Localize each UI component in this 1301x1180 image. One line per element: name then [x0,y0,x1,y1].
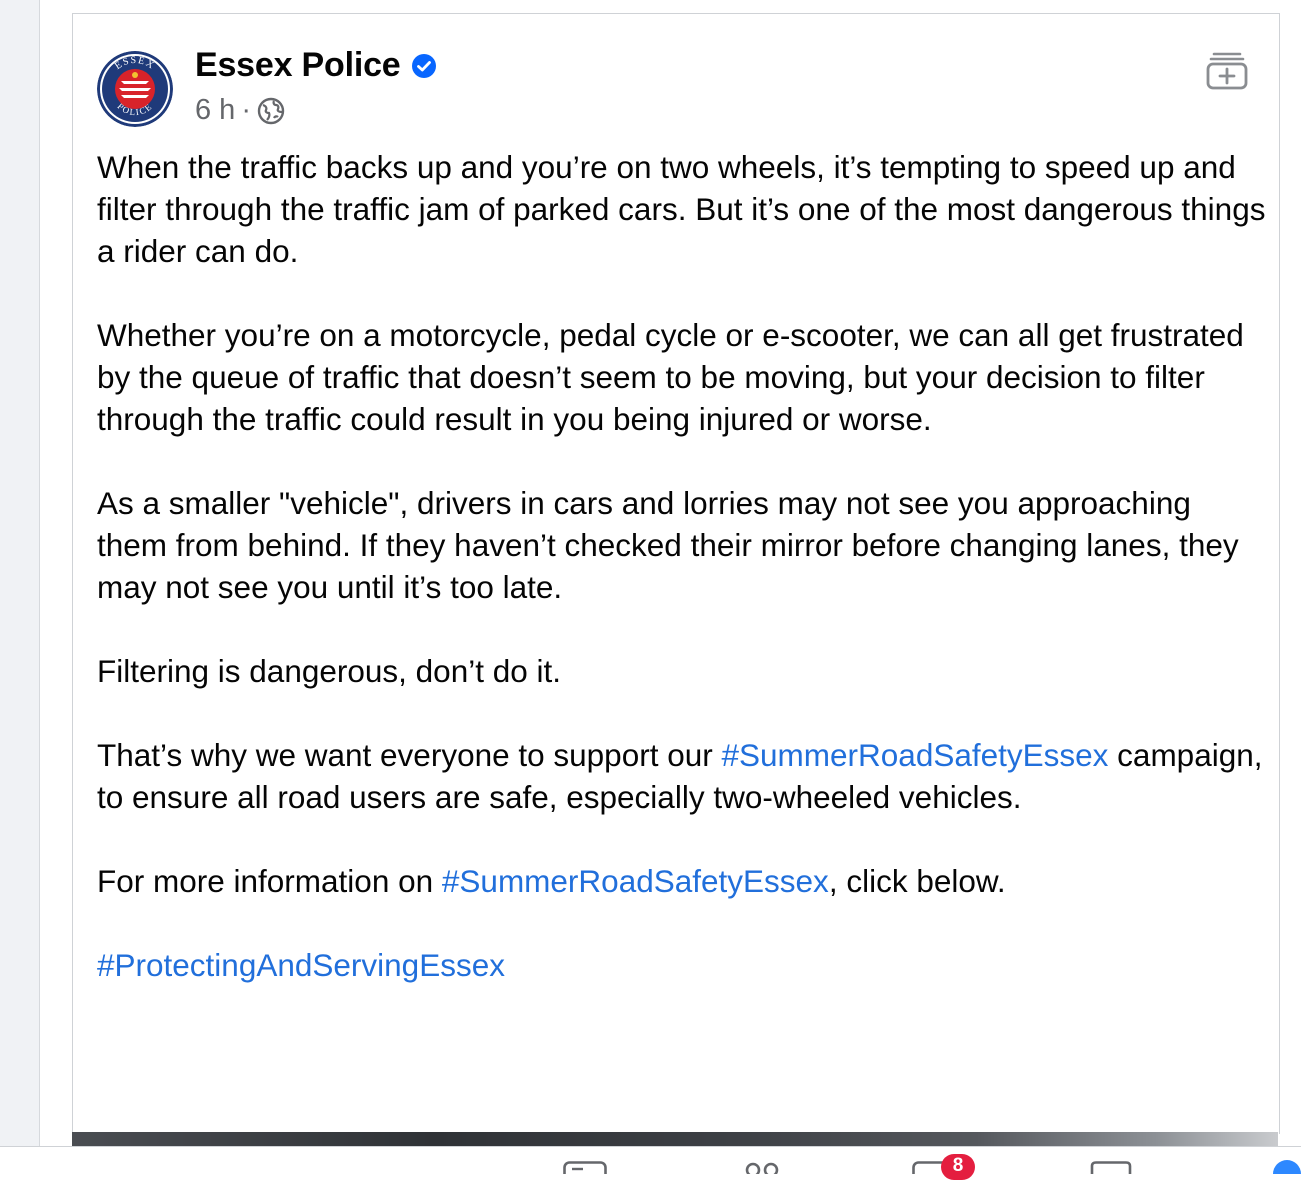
post-card: ESSEX POLICE Essex Police 6 h · When the… [72,13,1280,1134]
post-paragraph: That’s why we want everyone to support o… [97,734,1267,818]
post-paragraph: For more information on #SummerRoadSafet… [97,860,1267,902]
hashtag-link[interactable]: #ProtectingAndServingEssex [97,947,505,983]
tab-feeds-icon[interactable] [563,1161,607,1180]
post-meta: 6 h · [195,94,285,127]
paragraph-text: For more information on [97,863,442,899]
globe-icon [257,97,285,125]
page-name[interactable]: Essex Police [195,46,401,85]
post-text: When the traffic backs up and you’re on … [97,146,1267,1028]
hashtag-link[interactable]: #SummerRoadSafetyEssex [722,737,1109,773]
post-paragraph: When the traffic backs up and you’re on … [97,149,1266,269]
hashtag-link[interactable]: #SummerRoadSafetyEssex [442,863,829,899]
notifications-badge: 8 [941,1154,975,1180]
paragraph-text: , click below. [828,863,1006,899]
save-post-button[interactable] [1205,48,1249,92]
post-paragraph: Whether you’re on a motorcycle, pedal cy… [97,317,1244,437]
post-timestamp[interactable]: 6 h [195,94,235,127]
page-avatar[interactable]: ESSEX POLICE [97,51,173,127]
post-paragraph: #ProtectingAndServingEssex [97,944,1267,986]
tab-friends-icon[interactable] [744,1161,780,1179]
verified-badge-icon [411,53,437,79]
save-post-icon [1206,52,1248,90]
meta-separator: · [241,94,251,126]
left-gutter [0,0,40,1146]
post-paragraph: Filtering is dangerous, don’t do it. [97,653,562,689]
post-media-preview[interactable] [72,1132,1278,1146]
post-header: Essex Police [195,46,437,85]
post-paragraph: As a smaller "vehicle", drivers in cars … [97,485,1239,605]
bottom-tab-bar: 8 [0,1146,1301,1180]
paragraph-text: That’s why we want everyone to support o… [97,737,722,773]
tab-menu-icon[interactable] [1272,1159,1301,1180]
tab-marketplace-icon[interactable] [1089,1161,1133,1179]
essex-police-logo-icon: ESSEX POLICE [97,51,173,127]
